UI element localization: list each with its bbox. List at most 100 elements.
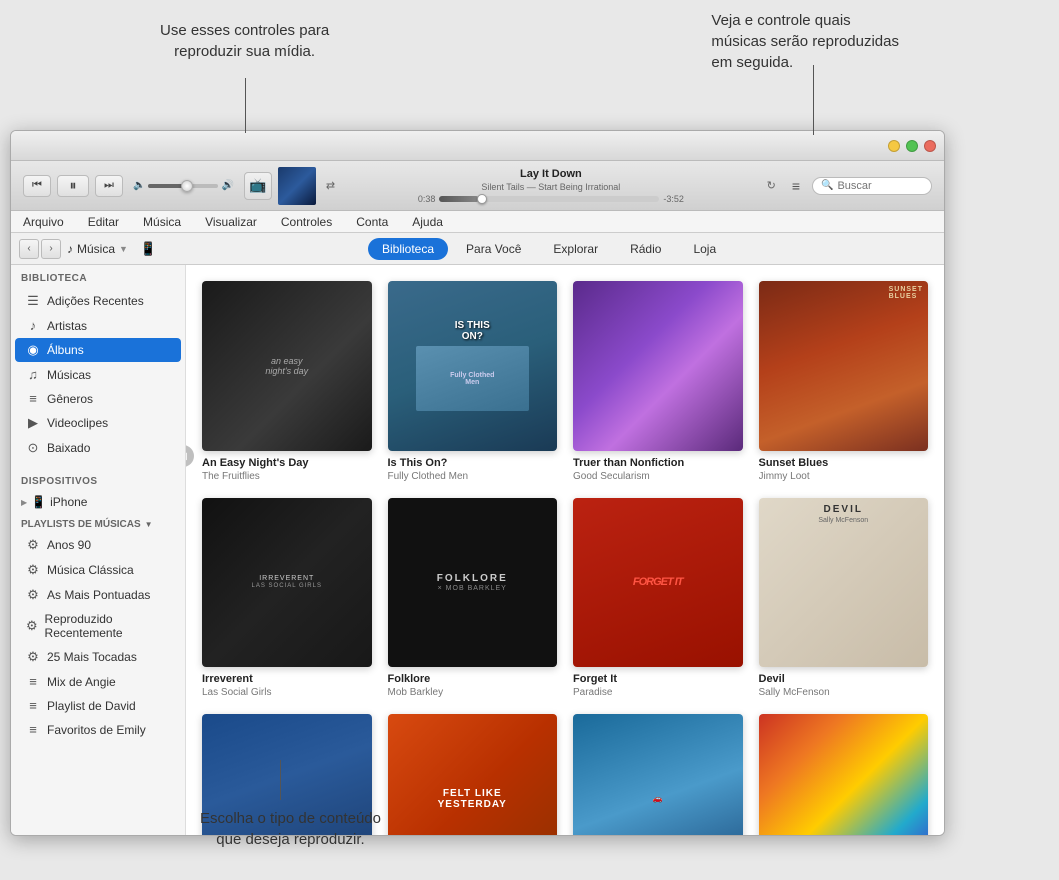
- album-name-isthison: Is This On?: [388, 457, 558, 469]
- sidebar-item-albuns[interactable]: ◉ Álbuns: [15, 338, 181, 362]
- menu-visualizar[interactable]: Visualizar: [201, 213, 261, 231]
- sidebar-item-videoclipes[interactable]: ▶ Videoclipes: [15, 411, 181, 435]
- album-card-easy-night[interactable]: an easynight's dayAn Easy Night's DayThe…: [202, 281, 372, 482]
- window-controls: [888, 140, 936, 152]
- playlist-list-icon-2: ≡: [25, 698, 41, 713]
- sidebar-item-adicoes[interactable]: ☰ Adições Recentes: [15, 289, 181, 313]
- sidebar-label-adicoes: Adições Recentes: [47, 294, 144, 308]
- sidebar-item-generos[interactable]: ≡ Gêneros: [15, 387, 181, 410]
- rewind-button[interactable]: ⏮: [23, 175, 51, 197]
- album-artist-easy-night: The Fruitflies: [202, 471, 372, 482]
- menu-editar[interactable]: Editar: [84, 213, 123, 231]
- menu-musica[interactable]: Música: [139, 213, 185, 231]
- now-playing-art: [278, 167, 316, 205]
- nav-tab-para-você[interactable]: Para Você: [452, 238, 535, 260]
- minimize-button[interactable]: [888, 140, 900, 152]
- repeat-button[interactable]: ↻: [763, 177, 780, 194]
- sidebar-item-anos90[interactable]: ⚙ Anos 90: [15, 533, 181, 557]
- album-name-forget: Forget It: [573, 673, 743, 685]
- volume-track[interactable]: [148, 184, 218, 188]
- album-card-feltlike[interactable]: FELT LIKEYESTERDAYFelt Like YesterdaySca…: [388, 714, 558, 835]
- sidebar-expand-arrow[interactable]: ◀: [186, 445, 194, 467]
- sidebar-item-iphone[interactable]: ▶ 📱 iPhone: [11, 491, 185, 513]
- sidebar-item-emily[interactable]: ≡ Favoritos de Emily: [15, 718, 181, 741]
- album-name-devil: Devil: [759, 673, 929, 685]
- menu-ajuda[interactable]: Ajuda: [408, 213, 447, 231]
- menu-conta[interactable]: Conta: [352, 213, 392, 231]
- close-button[interactable]: [924, 140, 936, 152]
- playlist-gear-icon-3: ⚙: [25, 587, 41, 603]
- main-content: Biblioteca ☰ Adições Recentes ♪ Artistas…: [11, 265, 944, 835]
- nav-forward[interactable]: ›: [41, 239, 61, 259]
- sidebar-label-emily: Favoritos de Emily: [47, 723, 146, 737]
- album-artist-folklore: Mob Barkley: [388, 687, 558, 698]
- search-input[interactable]: [837, 180, 917, 192]
- playlist-gear-icon-5: ⚙: [25, 649, 41, 665]
- sidebar: Biblioteca ☰ Adições Recentes ♪ Artistas…: [11, 265, 186, 835]
- sidebar-item-david[interactable]: ≡ Playlist de David: [15, 694, 181, 717]
- nav-tab-loja[interactable]: Loja: [679, 238, 730, 260]
- nav-back[interactable]: ‹: [19, 239, 39, 259]
- airplay-button[interactable]: 📺: [244, 172, 272, 200]
- section-name: Música: [77, 242, 115, 256]
- volume-high-icon: 🔊: [221, 180, 233, 191]
- shuffle-button[interactable]: ⇄: [322, 177, 339, 194]
- fast-forward-button[interactable]: ⏭: [95, 175, 123, 197]
- album-card-folklore[interactable]: FOLKLORE× MOB BARKLEYFolkloreMob Barkley: [388, 498, 558, 699]
- sidebar-label-25tocadas: 25 Mais Tocadas: [47, 650, 137, 664]
- nav-tabs: BibliotecaPara VocêExplorarRádioLoja: [368, 238, 730, 260]
- maximize-button[interactable]: [906, 140, 918, 152]
- queue-button[interactable]: ≡: [786, 176, 806, 196]
- sidebar-item-25tocadas[interactable]: ⚙ 25 Mais Tocadas: [15, 645, 181, 669]
- sidebar-item-recentemente[interactable]: ⚙ Reproduzido Recentemente: [15, 608, 181, 644]
- sidebar-label-mix-angie: Mix de Angie: [47, 675, 116, 689]
- callout-line-left: [245, 78, 246, 133]
- sidebar-label-artistas: Artistas: [47, 319, 87, 333]
- sidebar-label-pontuadas: As Mais Pontuadas: [47, 588, 150, 602]
- album-card-irreverent[interactable]: IRREVERENTLAS SOCIAL GIRLSIrreverentLas …: [202, 498, 372, 699]
- sidebar-item-classica[interactable]: ⚙ Música Clássica: [15, 558, 181, 582]
- sidebar-item-artistas[interactable]: ♪ Artistas: [15, 314, 181, 337]
- play-pause-button[interactable]: ⏸: [57, 175, 89, 197]
- section-dropdown-icon[interactable]: ▼: [119, 244, 128, 254]
- menu-arquivo[interactable]: Arquivo: [19, 213, 68, 231]
- track-artist: Silent Tails — Start Being Irrational: [481, 182, 620, 192]
- sidebar-label-anos90: Anos 90: [47, 538, 91, 552]
- album-card-sunset[interactable]: SUNSETBLUESSunset BluesJimmy Loot: [759, 281, 929, 482]
- nav-tab-explorar[interactable]: Explorar: [539, 238, 612, 260]
- sidebar-item-baixado[interactable]: ⊙ Baixado: [15, 436, 181, 460]
- nav-tab-rádio[interactable]: Rádio: [616, 238, 675, 260]
- progress-thumb: [477, 194, 487, 204]
- playlist-gear-icon-4: ⚙: [25, 618, 39, 634]
- songs-icon: ♫: [25, 367, 41, 382]
- sidebar-label-baixado: Baixado: [47, 441, 90, 455]
- download-icon: ⊙: [25, 440, 41, 456]
- playlist-gear-icon: ⚙: [25, 537, 41, 553]
- sidebar-item-mix-angie[interactable]: ≡ Mix de Angie: [15, 670, 181, 693]
- progress-bar[interactable]: [439, 196, 659, 202]
- album-card-car[interactable]: 🚗DriveVarious Artists: [573, 714, 743, 835]
- album-artist-isthison: Fully Clothed Men: [388, 471, 558, 482]
- menu-controles[interactable]: Controles: [277, 213, 336, 231]
- album-name-folklore: Folklore: [388, 673, 558, 685]
- album-card-colorful[interactable]: ColorsVarious Artists: [759, 714, 929, 835]
- library-section-title: Biblioteca: [11, 265, 185, 288]
- video-icon: ▶: [25, 415, 41, 431]
- album-card-forget[interactable]: FORGET ITForget ItParadise: [573, 498, 743, 699]
- nav-tab-biblioteca[interactable]: Biblioteca: [368, 238, 448, 260]
- sidebar-label-generos: Gêneros: [47, 392, 93, 406]
- playlists-header[interactable]: Playlists de Músicas ▼: [11, 513, 185, 532]
- progress-fill: [439, 196, 479, 202]
- sidebar-item-pontuadas[interactable]: ⚙ As Mais Pontuadas: [15, 583, 181, 607]
- content-area: an easynight's dayAn Easy Night's DayThe…: [186, 265, 944, 835]
- device-expand-icon: ▶: [21, 498, 27, 507]
- sidebar-item-musicas[interactable]: ♫ Músicas: [15, 363, 181, 386]
- playlists-title: Playlists de Músicas: [21, 519, 141, 530]
- nav-arrows: ‹ ›: [19, 239, 61, 259]
- volume-control[interactable]: 🔈 🔊: [133, 180, 234, 191]
- album-card-isthison[interactable]: IS THISON?Fully ClothedMenIs This On?Ful…: [388, 281, 558, 482]
- sidebar-label-musicas: Músicas: [47, 368, 91, 382]
- album-artist-truer: Good Secularism: [573, 471, 743, 482]
- album-card-devil[interactable]: DEVILSally McFensonDevilSally McFenson: [759, 498, 929, 699]
- album-card-truer[interactable]: Truer than NonfictionGood Secularism: [573, 281, 743, 482]
